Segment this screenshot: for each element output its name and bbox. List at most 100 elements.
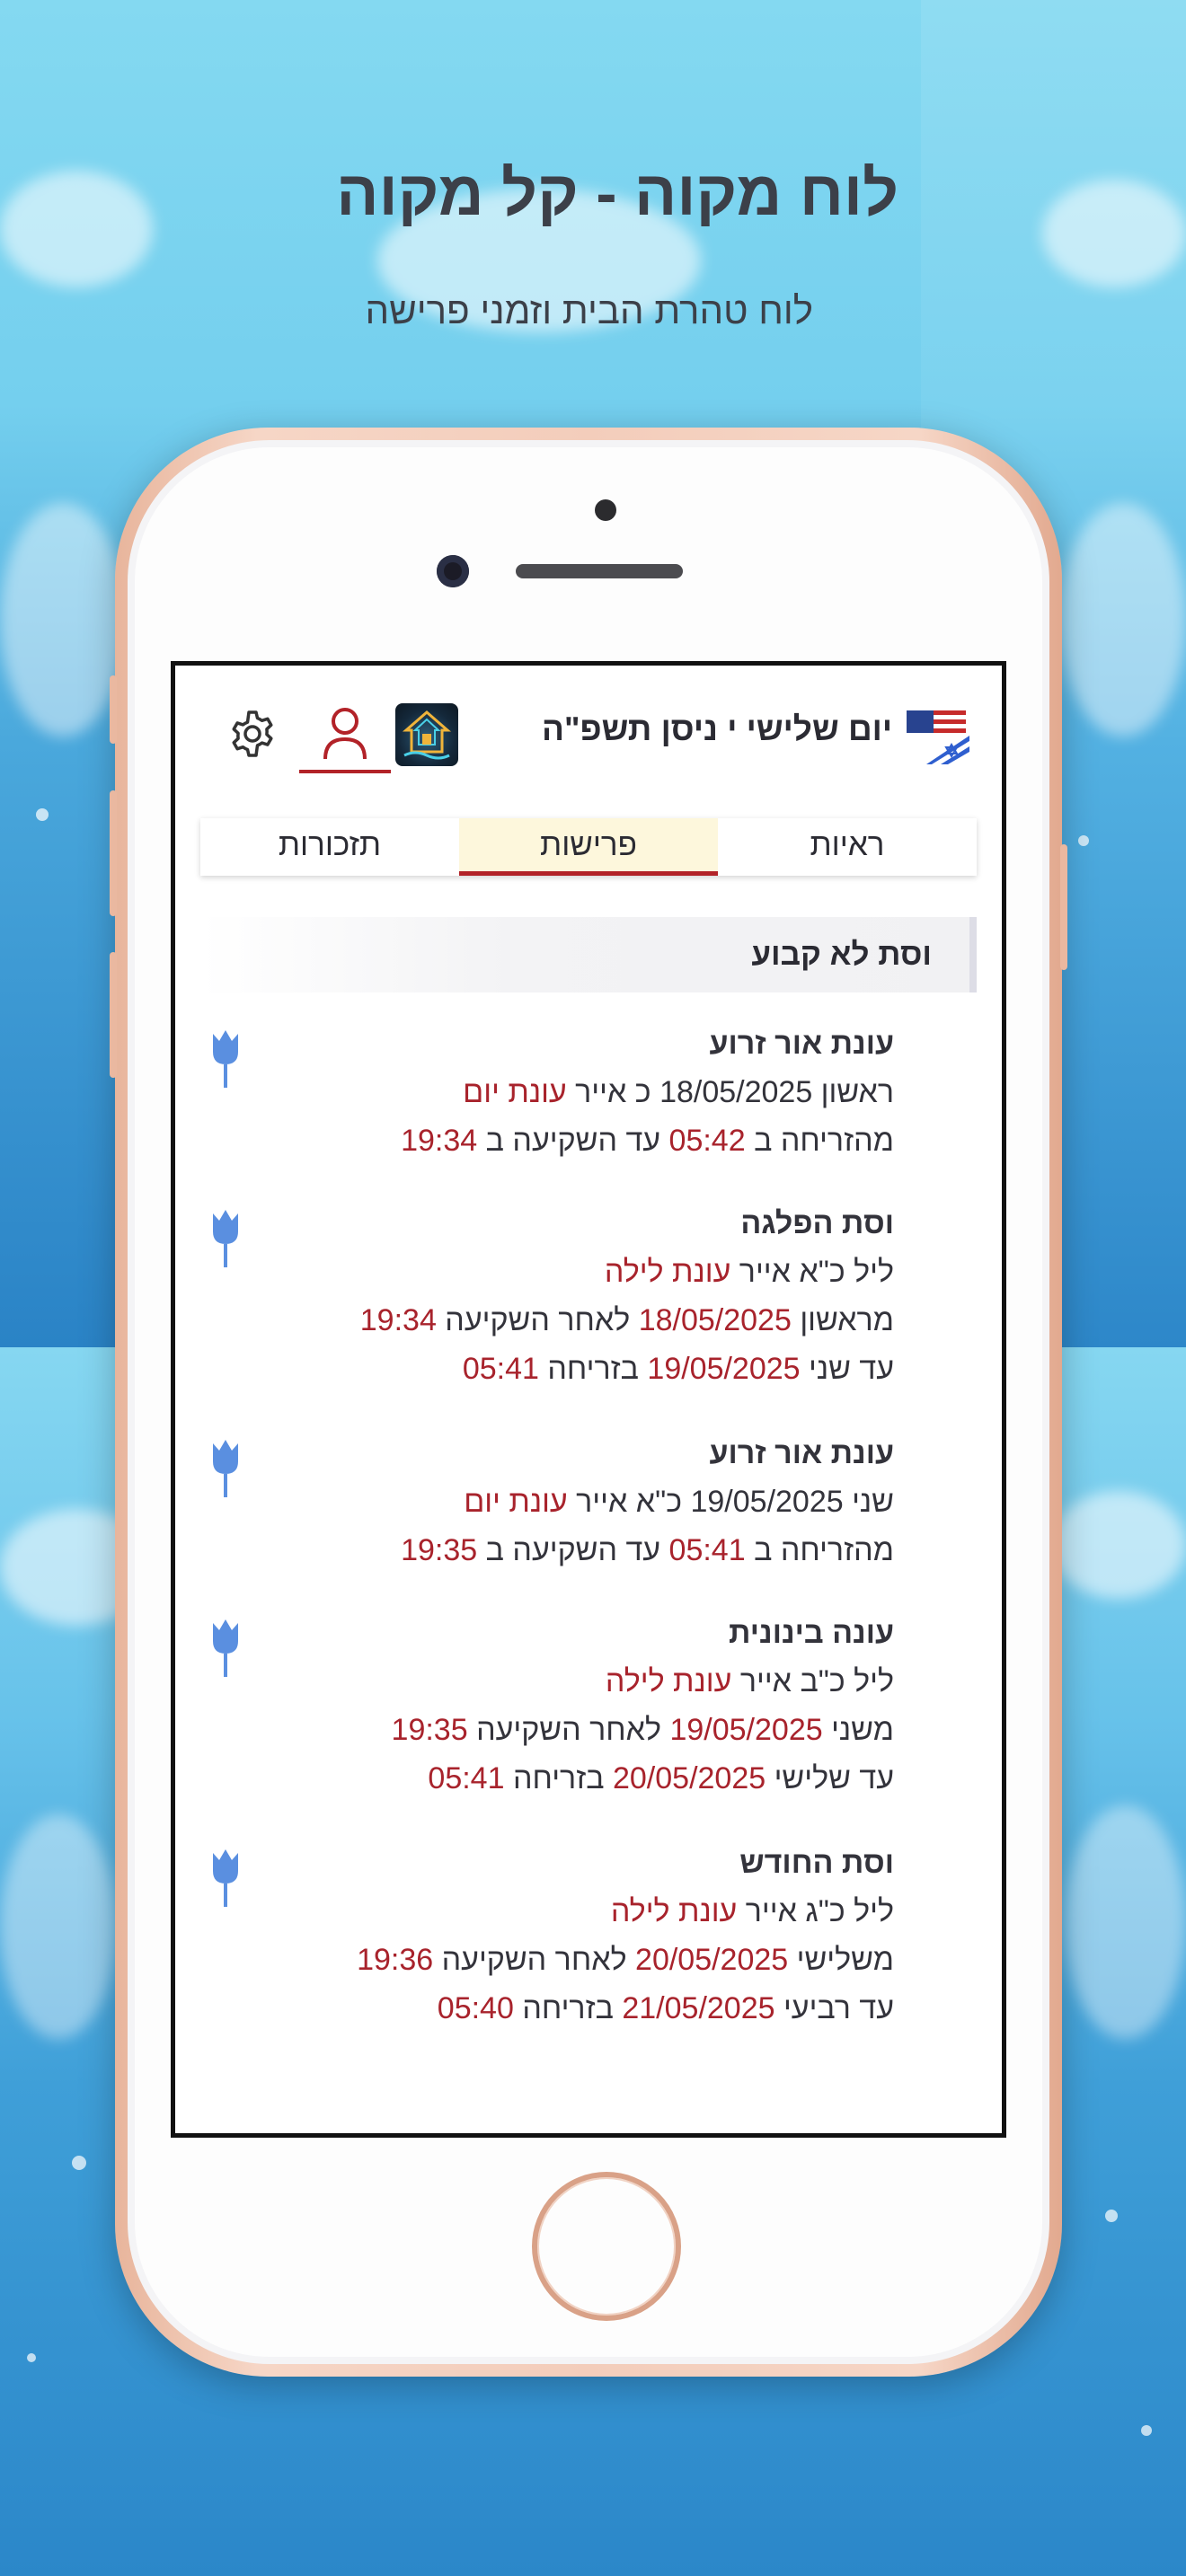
entry-time: 19:36 [357,1943,434,1977]
entry-date: 20/05/2025 [612,1761,766,1795]
water-splash [0,1814,117,2039]
front-camera [437,555,469,587]
entry-onah: עונת יום [464,1485,568,1519]
entry-text: עד השקיעה ב [477,1533,669,1567]
entry-title: עונה בינונית [729,1616,894,1650]
entry-date: 19/05/2025 [669,1713,823,1747]
rose-icon [213,1030,238,1088]
entry-text: מראשון [791,1303,894,1337]
entry-line-1: ראשון 18/05/2025 כ אייר עונת יום [463,1075,894,1110]
volume-up-button [110,790,117,916]
entry-date: 18/05/2025 [638,1303,792,1337]
separations-list: וסת לא קבוע עונת אור זרוע ראשון 18/05/20… [175,899,1002,2130]
mikveh-app-icon[interactable] [395,703,458,766]
entry-title: עונת אור זרוע [709,1436,894,1470]
entry-text: ליל כ"ג אייר [737,1894,894,1928]
entry-date: 20/05/2025 [635,1943,789,1977]
entry-time: 05:42 [668,1124,746,1158]
entry-date: 21/05/2025 [622,1991,775,2025]
entry-text: לאחר השקיעה [433,1943,636,1977]
entry-line-3: עד רביעי 21/05/2025 בזריחה 05:40 [438,1991,894,2026]
list-item[interactable]: עונת אור זרוע ראשון 18/05/2025 כ אייר עו… [175,1016,1002,1178]
entry-onah: עונת יום [463,1075,567,1109]
bubble [1141,2425,1152,2436]
entry-text: לאחר השקיעה [436,1303,639,1337]
bubble [36,808,49,821]
list-item[interactable]: וסת החודש ליל כ"ג אייר עונת לילה משלישי … [175,1835,1002,2042]
proximity-sensor [595,499,616,521]
entry-line-2: מהזריחה ב 05:41 עד השקיעה ב 19:35 [401,1533,894,1568]
entry-text: מהזריחה ב [745,1533,894,1567]
mute-switch [110,675,117,744]
entry-text: ליל כ"ב אייר [731,1664,894,1698]
entry-text: עד רביעי [774,1991,894,2025]
entry-time: 05:41 [428,1761,505,1795]
entry-line-1: ליל כ"ג אייר עונת לילה [611,1894,894,1929]
user-tab-indicator [299,770,391,773]
entry-line-2: מראשון 18/05/2025 לאחר השקיעה 19:34 [360,1303,894,1338]
tab-reminders[interactable]: תזכורות [200,818,459,876]
promo-subheadline: לוח טהרת הבית וזמני פרישה [365,289,813,331]
entry-text: משלישי [788,1943,894,1977]
entry-text: עד שלישי [766,1761,894,1795]
entry-time: 05:41 [668,1533,746,1567]
entry-time: 05:40 [437,1991,514,2025]
entry-text: עד שני [800,1352,894,1386]
bubble [27,2353,36,2362]
entry-text: משני [822,1713,894,1747]
entry-text: לאחר השקיעה [467,1713,670,1747]
entry-text: ליל כ"א אייר [730,1255,894,1289]
power-button [1060,844,1067,970]
entry-title: וסת הפלגה [740,1206,894,1240]
user-icon[interactable] [299,703,391,773]
gear-icon[interactable] [227,709,278,759]
water-splash [0,503,126,737]
entry-time: 19:35 [391,1713,468,1747]
entry-line-2: משני 19/05/2025 לאחר השקיעה 19:35 [392,1713,894,1748]
app-screen: יום שלישי י ניסן תשפ"ה ראיות פרישות תזכו… [171,661,1006,2138]
rose-icon [213,1210,238,1267]
entry-line-3: עד שלישי 20/05/2025 בזריחה 05:41 [428,1761,894,1796]
entry-title: עונת אור זרוע [709,1027,894,1061]
entry-onah: עונת לילה [605,1664,732,1698]
entry-line-2: מהזריחה ב 05:42 עד השקיעה ב 19:34 [401,1124,894,1159]
list-item[interactable]: וסת הפלגה ליל כ"א אייר עונת לילה מראשון … [175,1195,1002,1402]
list-item[interactable]: עונה בינונית ליל כ"ב אייר עונת לילה משני… [175,1605,1002,1812]
rose-icon [213,1619,238,1677]
entry-text: עד השקיעה ב [477,1124,669,1158]
water-splash [1060,503,1186,737]
list-item[interactable]: עונת אור זרוע שני 19/05/2025 כ"א אייר עו… [175,1425,1002,1587]
entry-text: ראשון 18/05/2025 כ אייר [566,1075,894,1109]
entry-text: בזריחה [513,1991,623,2025]
entry-line-1: ליל כ"א אייר עונת לילה [605,1255,894,1290]
entry-text: שני 19/05/2025 כ"א אייר [567,1485,894,1519]
bubble [1105,2210,1118,2222]
entry-time: 19:34 [359,1303,437,1337]
entry-text: בזריחה [538,1352,648,1386]
cloud [1042,180,1186,287]
entry-text: בזריחה [504,1761,613,1795]
entry-date: 19/05/2025 [647,1352,801,1386]
entry-time: 19:34 [401,1124,478,1158]
entry-line-3: עד שני 19/05/2025 בזריחה 05:41 [463,1352,894,1387]
rose-icon [213,1849,238,1907]
entry-onah: עונת לילה [604,1255,731,1289]
entry-title: וסת החודש [739,1846,894,1880]
tab-bar: ראיות פרישות תזכורות [200,818,977,876]
entry-onah: עונת לילה [610,1894,738,1928]
volume-down-button [110,952,117,1078]
entry-line-1: ליל כ"ב אייר עונת לילה [606,1664,894,1699]
rose-icon [213,1440,238,1497]
section-header: וסת לא קבוע [200,917,977,992]
entry-text: מהזריחה ב [745,1124,894,1158]
top-bar: יום שלישי י ניסן תשפ"ה [175,666,1002,800]
tab-separations[interactable]: פרישות [459,818,718,876]
promo-headline: לוח מקוה - קל מקוה [336,158,898,228]
tab-sightings[interactable]: ראיות [718,818,977,876]
bubble [72,2156,86,2170]
cloud [1051,1491,1186,1599]
us-israel-flag-icon[interactable] [905,705,969,766]
entry-time: 05:41 [462,1352,539,1386]
hebrew-date-title: יום שלישי י ניסן תשפ"ה [542,710,892,747]
entry-line-2: משלישי 20/05/2025 לאחר השקיעה 19:36 [357,1943,894,1978]
